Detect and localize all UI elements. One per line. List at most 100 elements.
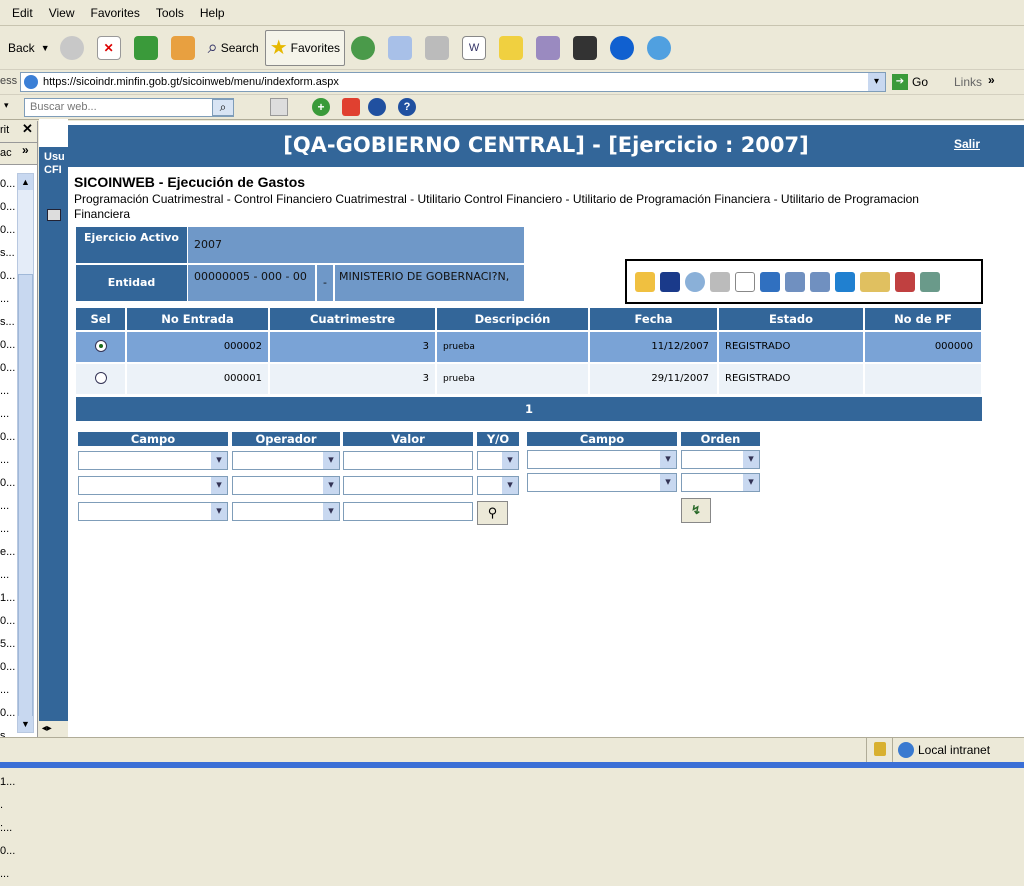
edit-button[interactable]: W <box>458 30 493 66</box>
filter-valor-input[interactable] <box>343 451 473 470</box>
web-search-input[interactable]: Buscar web... <box>24 98 234 117</box>
filter-yo-select[interactable] <box>477 476 519 495</box>
scroll-up-icon[interactable]: ▲ <box>18 174 33 190</box>
edit-document-icon[interactable] <box>860 271 890 292</box>
side-pane-item[interactable]: ... <box>0 403 17 426</box>
side-pane-item[interactable]: ... <box>0 288 17 311</box>
url-input[interactable]: https://sicoindr.minfin.gob.gt/sicoinweb… <box>20 72 886 92</box>
menu-tools[interactable]: Tools <box>148 6 192 20</box>
logout-link[interactable]: Salir <box>954 137 980 151</box>
notes-button[interactable] <box>495 30 530 66</box>
side-pane-item[interactable]: ... <box>0 380 17 403</box>
refresh-button[interactable] <box>130 30 165 66</box>
side-pane-item[interactable]: 0... <box>0 472 17 495</box>
help-icon[interactable]: ? <box>398 98 416 116</box>
filter-campo-select[interactable] <box>78 476 228 495</box>
menu-favorites[interactable]: Favorites <box>82 6 147 20</box>
transfer-back-icon[interactable] <box>810 271 830 292</box>
toolbar-icon-c[interactable] <box>368 98 386 116</box>
side-pane-item[interactable]: ... <box>0 449 17 472</box>
side-pane-item[interactable]: ... <box>0 564 17 587</box>
go-button[interactable]: ➔ Go <box>892 74 928 90</box>
sort-campo-select[interactable] <box>527 473 677 492</box>
links-button[interactable]: Links <box>954 75 982 89</box>
computer-icon[interactable] <box>47 209 61 221</box>
sort-orden-select[interactable] <box>681 473 760 492</box>
print-icon[interactable] <box>710 271 730 292</box>
apply-sort-button[interactable]: ↯ <box>681 498 711 523</box>
col-sel[interactable]: Sel <box>76 308 125 330</box>
menu-edit[interactable]: Edit <box>4 6 41 20</box>
side-pane-item[interactable]: 0... <box>0 219 17 242</box>
url-dropdown-icon[interactable]: ▾ <box>868 73 885 91</box>
col-cuatrimestre[interactable]: Cuatrimestre <box>270 308 435 330</box>
search-icon[interactable] <box>685 271 705 292</box>
side-pane-item[interactable]: 0... <box>0 656 17 679</box>
side-pane-item[interactable]: 0... <box>0 426 17 449</box>
side-pane-item[interactable]: :... <box>0 817 17 840</box>
execute-icon[interactable] <box>835 271 855 292</box>
side-pane-item[interactable]: e... <box>0 541 17 564</box>
stop-button[interactable]: ✕ <box>93 30 128 66</box>
filter-campo-select[interactable] <box>78 502 228 521</box>
open-folder-icon[interactable] <box>635 271 655 292</box>
scroll-down-icon[interactable]: ▼ <box>18 716 33 732</box>
chevron-right-icon[interactable]: » <box>22 143 29 157</box>
database-icon[interactable] <box>920 271 940 292</box>
side-pane-item[interactable]: 0... <box>0 173 17 196</box>
table-row[interactable] <box>76 332 125 362</box>
pager-page-1[interactable]: 1 <box>76 397 982 421</box>
sort-campo-select[interactable] <box>527 450 677 469</box>
binoculars-search-button[interactable]: ⚲ <box>477 501 508 525</box>
bluetooth-button[interactable] <box>606 30 641 66</box>
messenger-button[interactable] <box>643 30 678 66</box>
transfer-icon[interactable] <box>785 271 805 292</box>
filter-campo-select[interactable] <box>78 451 228 470</box>
side-pane-item[interactable]: s... <box>0 242 17 265</box>
scroll-thumb[interactable] <box>18 274 33 724</box>
close-icon[interactable]: ✕ <box>22 121 33 137</box>
filter-valor-input[interactable] <box>343 502 473 521</box>
save-icon[interactable] <box>660 271 680 292</box>
side-pane-item[interactable]: ... <box>0 679 17 702</box>
side-pane-scrollbar[interactable]: ▲ ▼ <box>17 173 34 733</box>
report-icon[interactable] <box>895 271 915 292</box>
add-icon[interactable]: + <box>312 98 330 116</box>
links-chevron-icon[interactable]: » <box>988 73 995 87</box>
table-row[interactable] <box>76 364 125 394</box>
side-pane-item[interactable]: 0... <box>0 357 17 380</box>
side-pane-item[interactable]: 1... <box>0 771 17 794</box>
filter-operador-select[interactable] <box>232 476 340 495</box>
side-pane-item[interactable]: 0... <box>0 610 17 633</box>
side-pane-item[interactable]: . <box>0 794 17 817</box>
side-pane-item[interactable]: s... <box>0 311 17 334</box>
col-fecha[interactable]: Fecha <box>590 308 717 330</box>
search-options-icon[interactable]: ▾ <box>4 100 9 111</box>
back-button[interactable]: Back ▼ <box>4 30 54 66</box>
search-button[interactable]: ⌕ Search <box>204 30 263 66</box>
search-go-icon[interactable]: ⌕ <box>212 99 234 116</box>
home-button[interactable] <box>167 30 202 66</box>
delete-icon[interactable] <box>735 271 755 292</box>
side-pane-item[interactable]: ... <box>0 495 17 518</box>
forward-button[interactable] <box>56 30 91 66</box>
menu-view[interactable]: View <box>41 6 83 20</box>
filter-yo-select[interactable] <box>477 451 519 470</box>
research-button[interactable] <box>532 30 567 66</box>
history-button[interactable] <box>347 30 382 66</box>
row-radio[interactable] <box>94 372 107 384</box>
col-no-entrada[interactable]: No Entrada <box>127 308 268 330</box>
side-pane-item[interactable]: 5... <box>0 633 17 656</box>
tool-button[interactable] <box>569 30 604 66</box>
side-pane-item[interactable]: ... <box>0 863 17 886</box>
row-radio-selected[interactable] <box>94 340 107 352</box>
col-descripcion[interactable]: Descripción <box>437 308 588 330</box>
filter-valor-input[interactable] <box>343 476 473 495</box>
col-estado[interactable]: Estado <box>719 308 863 330</box>
side-pane-item[interactable]: 0... <box>0 196 17 219</box>
menu-help[interactable]: Help <box>192 6 233 20</box>
toolbar-icon-b[interactable] <box>342 98 360 116</box>
filter-operador-select[interactable] <box>232 502 340 521</box>
col-no-pf[interactable]: No de PF <box>865 308 981 330</box>
filter-operador-select[interactable] <box>232 451 340 470</box>
